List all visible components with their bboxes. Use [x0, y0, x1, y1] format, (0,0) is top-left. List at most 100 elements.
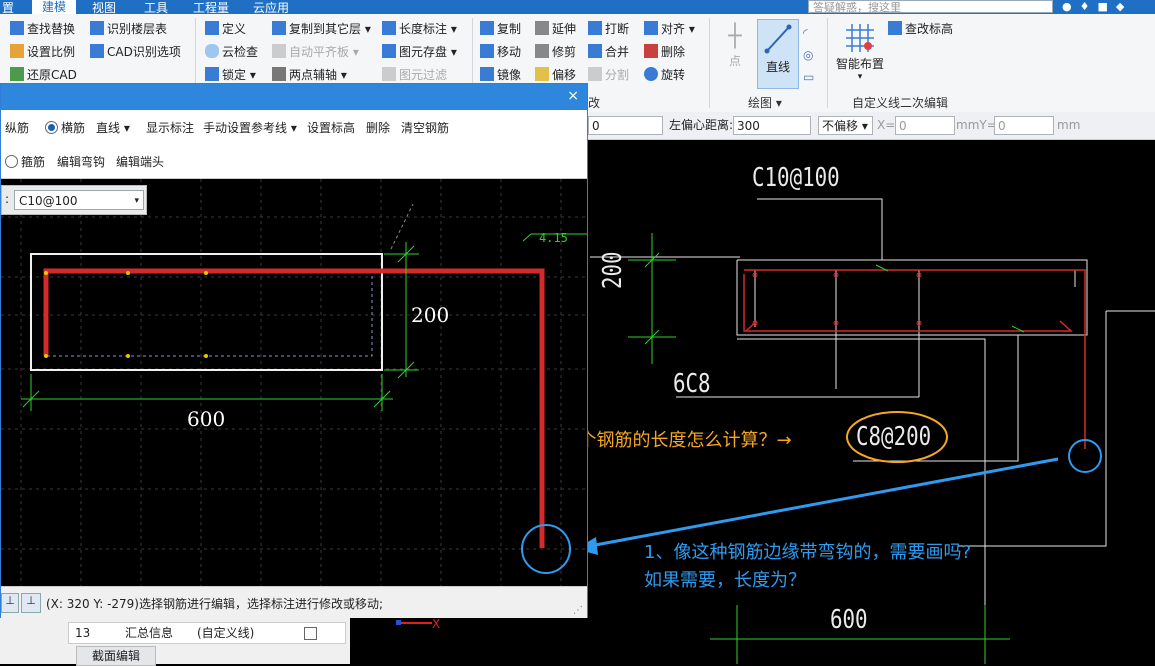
split-icon: [588, 67, 602, 81]
filter-icon: [382, 67, 396, 81]
dialog-canvas[interactable]: 200 600 4.15 : C10@100 ▾: [1, 179, 587, 586]
arc-icon[interactable]: ◜: [803, 22, 814, 44]
dialog-titlebar[interactable]: ×: [1, 84, 587, 110]
close-icon[interactable]: ×: [567, 88, 579, 104]
move-icon: [480, 44, 494, 58]
group-label-modify: 改: [588, 96, 601, 110]
rebar-polyline: [43, 268, 545, 548]
save-icon: [382, 44, 396, 58]
dim-width-600: 600: [187, 407, 226, 431]
dialog-toolbar-1: 纵筋 横筋 直线 ▾ 显示标注 手动设置参考线 ▾ 设置标高 删除 清空钢筋: [1, 110, 587, 145]
align-icon: [644, 21, 658, 35]
row-checkbox[interactable]: [304, 627, 317, 640]
draw-point-button[interactable]: ┼ 点: [718, 22, 752, 82]
show-dimension-button[interactable]: 显示标注: [146, 119, 194, 136]
group-label-draw: 绘图 ▾: [748, 96, 782, 110]
delete-button[interactable]: 删除: [644, 43, 685, 61]
merge-icon: [588, 44, 602, 58]
delete-rebar-button[interactable]: 删除: [366, 119, 390, 136]
extend-button[interactable]: 延伸: [535, 20, 576, 38]
left-offset-field[interactable]: 300: [733, 116, 811, 135]
restore-cad-button[interactable]: 还原CAD: [10, 66, 77, 84]
find-icon: [10, 21, 24, 35]
define-button[interactable]: 定义: [205, 20, 246, 38]
elevation-icon: [888, 21, 902, 35]
merge-button[interactable]: 合并: [588, 43, 629, 61]
table-icon: [90, 21, 104, 35]
left-value-field[interactable]: 0: [588, 116, 663, 135]
group-label-custom-line: 自定义线二次编辑: [852, 96, 949, 110]
chevron-down-icon: ▾: [134, 196, 139, 206]
lock-button[interactable]: 锁定 ▾: [205, 66, 256, 84]
element-filter-button[interactable]: 图元过滤: [382, 66, 447, 84]
offset-button[interactable]: 偏移: [535, 66, 576, 84]
snap-perp-icon[interactable]: ⊥: [1, 593, 19, 613]
x-field[interactable]: 0: [895, 116, 955, 135]
break-button[interactable]: 打断: [588, 20, 629, 38]
line-icon: [764, 24, 792, 54]
horizontal-bar-radio[interactable]: 横筋: [45, 119, 85, 136]
radio-checked-icon: [45, 121, 58, 134]
draw-line-button[interactable]: 直线: [757, 19, 799, 89]
table-row[interactable]: 13 汇总信息 (自定义线): [68, 622, 346, 644]
question-1-line1: 1、像这种钢筋边缘带弯钩的，需要画吗?: [644, 542, 972, 563]
left-offset-label: 左偏心距离:: [669, 118, 734, 132]
dialog-drawing: [1, 179, 587, 586]
y-field[interactable]: 0: [994, 116, 1054, 135]
manual-reference-line-button[interactable]: 手动设置参考线 ▾: [203, 119, 297, 136]
grid-layout-icon: [846, 24, 874, 52]
label-c10-100: C10@100: [752, 163, 840, 193]
annotation-arrow: [589, 457, 1059, 548]
ribbon-separator: [709, 18, 710, 108]
scale-icon: [10, 44, 24, 58]
restore-icon: [10, 67, 24, 81]
draw-shape-icons: ◜ ◎ ▭: [803, 22, 814, 88]
dialog-toolbar-2: 箍筋 编辑弯钩 编辑端头: [1, 144, 587, 179]
bell-icon[interactable]: ♦: [1080, 0, 1098, 13]
copy-button[interactable]: 复制: [480, 20, 521, 38]
identify-floor-table-button[interactable]: 识别楼层表: [90, 20, 167, 38]
title-icons: ●♦■◆: [1062, 0, 1132, 13]
extend-icon: [535, 21, 549, 35]
offset-mode-select[interactable]: 不偏移 ▾: [818, 116, 873, 135]
edit-end-button[interactable]: 编辑端头: [116, 153, 164, 170]
search-input[interactable]: 答疑解惑，搜这里: [808, 0, 1053, 14]
chat-icon[interactable]: ■: [1097, 0, 1115, 13]
find-replace-button[interactable]: 查找替换: [10, 20, 75, 38]
align-slab-icon: [272, 44, 286, 58]
delete-icon: [644, 44, 658, 58]
move-button[interactable]: 移动: [480, 43, 521, 61]
copy-to-layer-button[interactable]: 复制到其它层 ▾: [272, 20, 371, 38]
menu-item-modeling[interactable]: 建模: [32, 0, 77, 14]
clear-rebar-button[interactable]: 清空钢筋: [401, 119, 449, 136]
circle-icon[interactable]: ◎: [803, 44, 814, 66]
snap-point-icon[interactable]: ⊥: [21, 593, 41, 613]
length-dimension-button[interactable]: 长度标注 ▾: [382, 20, 457, 38]
help-icon[interactable]: ◆: [1116, 0, 1132, 13]
check-elevation-button[interactable]: 查改标高: [888, 20, 953, 38]
rotate-button[interactable]: 旋转: [644, 66, 685, 84]
user-icon[interactable]: ●: [1062, 0, 1080, 13]
align-button[interactable]: 对齐 ▾: [644, 20, 695, 38]
cad-options-button[interactable]: CAD识别选项: [90, 43, 181, 61]
set-elevation-button[interactable]: 设置标高: [307, 119, 355, 136]
rect-icon[interactable]: ▭: [803, 66, 814, 88]
set-scale-button[interactable]: 设置比例: [10, 43, 75, 61]
mirror-button[interactable]: 镜像: [480, 66, 521, 84]
axis-x-label: X: [432, 617, 440, 631]
two-point-axis-button[interactable]: 两点辅轴 ▾: [272, 66, 347, 84]
trim-button[interactable]: 修剪: [535, 43, 576, 61]
stirrup-radio[interactable]: 箍筋: [5, 153, 45, 170]
auto-align-slab-button[interactable]: 自动平齐板 ▾: [272, 43, 359, 61]
resize-grip-icon[interactable]: ⋰: [573, 605, 583, 616]
line-mode-select[interactable]: 直线 ▾: [96, 119, 130, 136]
rebar-spec-select[interactable]: C10@100 ▾: [14, 190, 144, 210]
edit-hook-button[interactable]: 编辑弯钩: [57, 153, 105, 170]
cloud-check-button[interactable]: 云检查: [205, 43, 258, 61]
cloud-icon: [205, 44, 219, 58]
element-save-button[interactable]: 图元存盘 ▾: [382, 43, 457, 61]
smart-layout-button[interactable]: 智能布置 ▾: [835, 22, 885, 82]
copy-layer-icon: [272, 21, 286, 35]
section-edit-tab[interactable]: 截面编辑: [76, 646, 156, 666]
split-button[interactable]: 分割: [588, 66, 629, 84]
